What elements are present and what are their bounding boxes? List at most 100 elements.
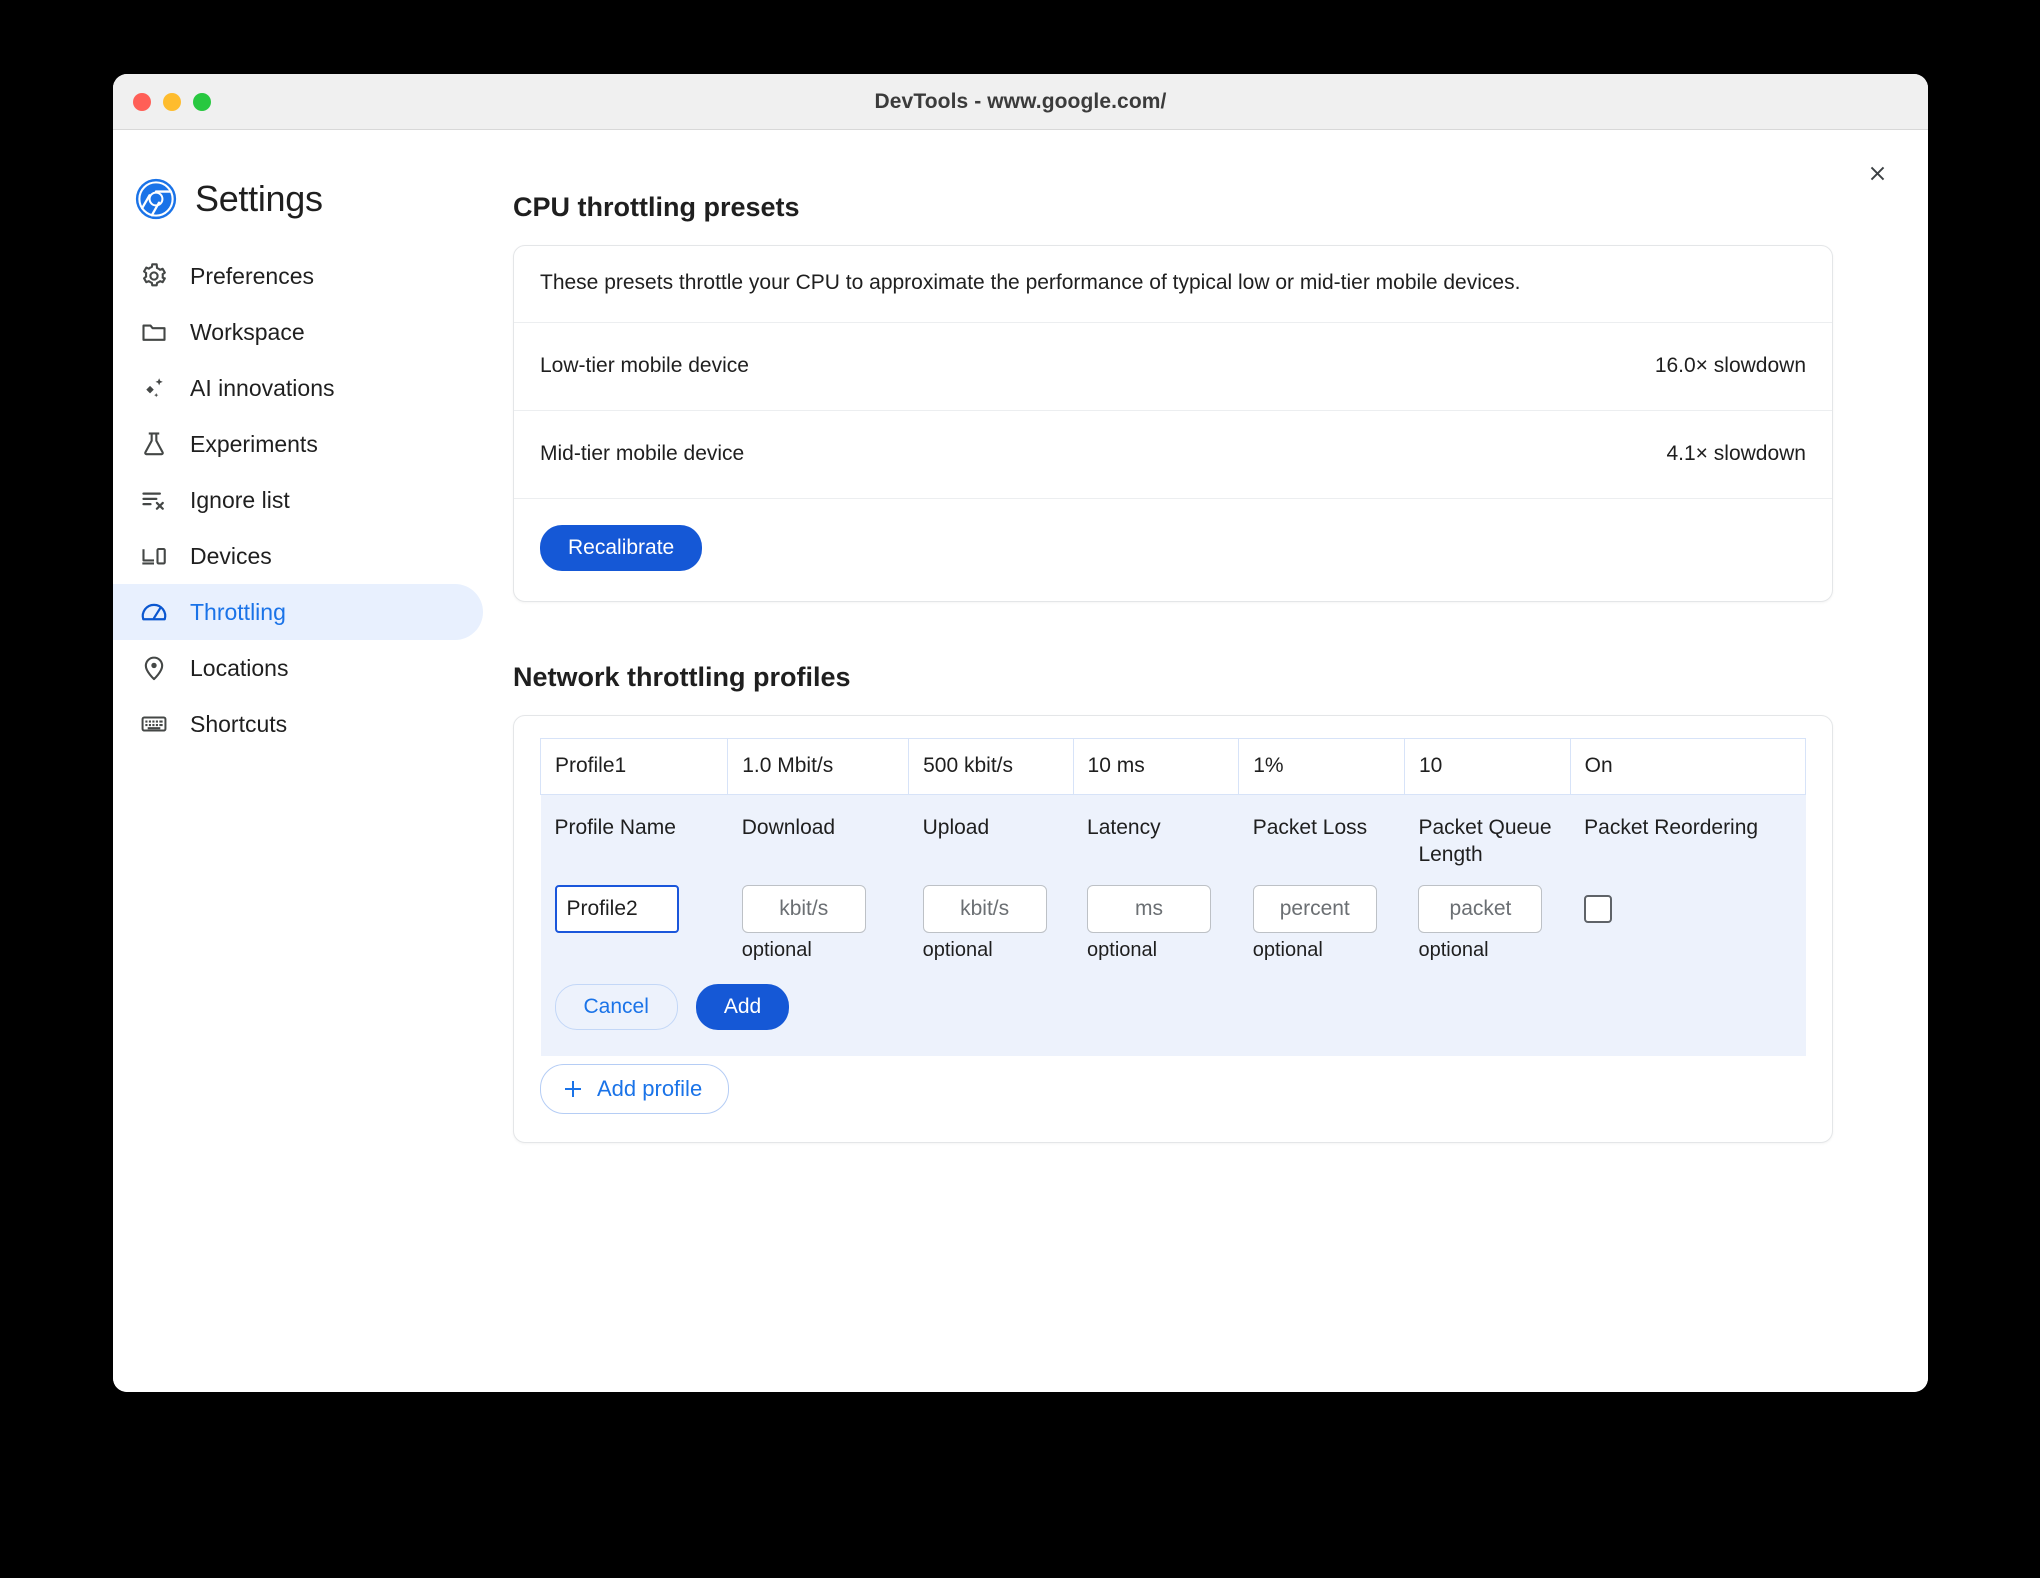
keyboard-icon	[139, 709, 169, 739]
network-profiles-card: Profile1 1.0 Mbit/s 500 kbit/s 10 ms 1% …	[513, 714, 1833, 1143]
cpu-presets-description: These presets throttle your CPU to appro…	[514, 246, 1832, 323]
sidebar-item-ai-innovations[interactable]: AI innovations	[113, 360, 483, 416]
preset-name: Low-tier mobile device	[540, 354, 749, 378]
page-title: Settings	[195, 178, 323, 219]
settings-header: Settings	[113, 140, 503, 248]
cell-upload-input	[908, 868, 1074, 933]
sidebar-item-label: Throttling	[190, 598, 286, 625]
sidebar-item-experiments[interactable]: Experiments	[113, 416, 483, 472]
settings-sidebar: Settings Preferences Workspace AI innova…	[113, 140, 503, 1392]
sidebar-item-label: Workspace	[190, 318, 305, 345]
packet-queue-length-input[interactable]	[1418, 884, 1543, 933]
table-row[interactable]: Profile1 1.0 Mbit/s 500 kbit/s 10 ms 1% …	[539, 737, 1807, 795]
speedometer-icon	[139, 597, 169, 627]
cell-packet-reordering: On	[1569, 737, 1807, 795]
sidebar-item-label: Locations	[190, 654, 289, 681]
cpu-presets-card: These presets throttle your CPU to appro…	[513, 245, 1833, 602]
preset-name: Mid-tier mobile device	[540, 442, 745, 466]
column-header-profile-name: Profile Name	[540, 794, 728, 869]
column-header-packet-queue-length: Packet Queue Length	[1404, 794, 1571, 869]
column-header-packet-reordering: Packet Reordering	[1570, 794, 1806, 869]
action-buttons: Cancel Add	[554, 983, 1792, 1030]
packet-reordering-checkbox[interactable]	[1584, 894, 1613, 923]
cpu-preset-row-low-tier: Low-tier mobile device 16.0× slowdown	[514, 323, 1832, 411]
sidebar-item-preferences[interactable]: Preferences	[113, 248, 483, 304]
column-header-download: Download	[727, 794, 909, 869]
cell-packet-queue-length: 10	[1403, 737, 1571, 795]
new-profile-input-row	[540, 868, 1806, 933]
add-profile-label: Add profile	[597, 1075, 703, 1101]
sidebar-item-devices[interactable]: Devices	[113, 528, 483, 584]
cancel-button[interactable]: Cancel	[554, 983, 678, 1030]
cell-packet-queue-length-input	[1404, 868, 1571, 933]
list-x-icon	[139, 485, 169, 515]
sidebar-item-ignore-list[interactable]: Ignore list	[113, 472, 483, 528]
flask-icon	[139, 429, 169, 459]
column-header-packet-loss: Packet Loss	[1238, 794, 1405, 869]
cell-download: 1.0 Mbit/s	[727, 737, 910, 795]
devices-icon	[139, 541, 169, 571]
column-header-upload: Upload	[908, 794, 1074, 869]
sparkle-icon	[139, 373, 169, 403]
minimize-window-button[interactable]	[163, 92, 181, 111]
optional-hint-packet-queue-length: optional	[1404, 932, 1571, 984]
sidebar-item-label: Devices	[190, 542, 272, 569]
window-traffic-lights	[133, 92, 211, 111]
gear-icon	[139, 261, 169, 291]
add-button[interactable]: Add	[695, 983, 790, 1030]
sidebar-item-label: AI innovations	[190, 374, 335, 401]
close-settings-button[interactable]	[1856, 152, 1898, 194]
download-input[interactable]	[741, 884, 866, 933]
sidebar-item-label: Shortcuts	[190, 710, 288, 737]
sidebar-item-locations[interactable]: Locations	[113, 640, 483, 696]
new-profile-actions-row: Cancel Add	[540, 983, 1806, 1056]
packet-loss-input[interactable]	[1252, 884, 1377, 933]
location-pin-icon	[139, 653, 169, 683]
close-window-button[interactable]	[133, 92, 151, 111]
optional-hint-latency: optional	[1073, 932, 1239, 984]
cell-profile-name: Profile1	[539, 737, 729, 795]
latency-input[interactable]	[1087, 884, 1212, 933]
network-profiles-heading: Network throttling profiles	[513, 661, 851, 692]
sidebar-item-throttling[interactable]: Throttling	[113, 584, 483, 640]
settings-content: CPU throttling presets These presets thr…	[503, 140, 1928, 1392]
cpu-presets-heading: CPU throttling presets	[513, 192, 800, 222]
network-throttling-section: Network throttling profiles Profile1 1.0…	[513, 662, 1833, 1143]
maximize-window-button[interactable]	[193, 92, 211, 111]
cell-profile-name-input	[540, 868, 728, 933]
optional-hint-packet-loss: optional	[1238, 932, 1405, 984]
sidebar-item-label: Ignore list	[190, 486, 290, 513]
recalibrate-row: Recalibrate	[514, 499, 1832, 601]
window-titlebar: DevTools - www.google.com/	[113, 74, 1928, 130]
optional-hint-row: optional optional optional optional opti…	[540, 932, 1806, 984]
sidebar-item-shortcuts[interactable]: Shortcuts	[113, 696, 483, 752]
upload-input[interactable]	[922, 884, 1047, 933]
sidebar-item-workspace[interactable]: Workspace	[113, 304, 483, 360]
settings-panel: Settings Preferences Workspace AI innova…	[113, 130, 1928, 1392]
cell-packet-loss-input	[1238, 868, 1405, 933]
cell-latency: 10 ms	[1072, 737, 1240, 795]
folder-icon	[139, 317, 169, 347]
add-profile-row: Add profile	[540, 1056, 1806, 1114]
cell-packet-reordering-checkbox	[1570, 868, 1806, 933]
window-title: DevTools - www.google.com/	[874, 89, 1167, 113]
optional-hint-download: optional	[727, 932, 909, 984]
add-profile-button[interactable]: Add profile	[540, 1063, 730, 1114]
optional-hint-upload: optional	[908, 932, 1074, 984]
profile-name-input[interactable]	[554, 884, 679, 933]
preset-slowdown-value: 4.1× slowdown	[1666, 442, 1806, 466]
cell-packet-loss: 1%	[1238, 737, 1405, 795]
devtools-window: DevTools - www.google.com/ Settings Pref…	[113, 74, 1928, 1392]
cpu-throttling-section: CPU throttling presets These presets thr…	[513, 192, 1833, 602]
new-profile-actions-cell: Cancel Add	[540, 983, 1806, 1056]
recalibrate-button[interactable]: Recalibrate	[540, 524, 703, 571]
preset-slowdown-value: 16.0× slowdown	[1654, 354, 1806, 378]
network-profiles-table: Profile1 1.0 Mbit/s 500 kbit/s 10 ms 1% …	[539, 737, 1807, 1056]
cell-download-input	[727, 868, 909, 933]
cell-latency-input	[1073, 868, 1239, 933]
cell-upload: 500 kbit/s	[908, 737, 1074, 795]
plus-icon	[565, 1080, 581, 1097]
chrome-logo-icon	[135, 178, 177, 220]
column-header-latency: Latency	[1073, 794, 1239, 869]
sidebar-item-label: Preferences	[190, 262, 315, 289]
